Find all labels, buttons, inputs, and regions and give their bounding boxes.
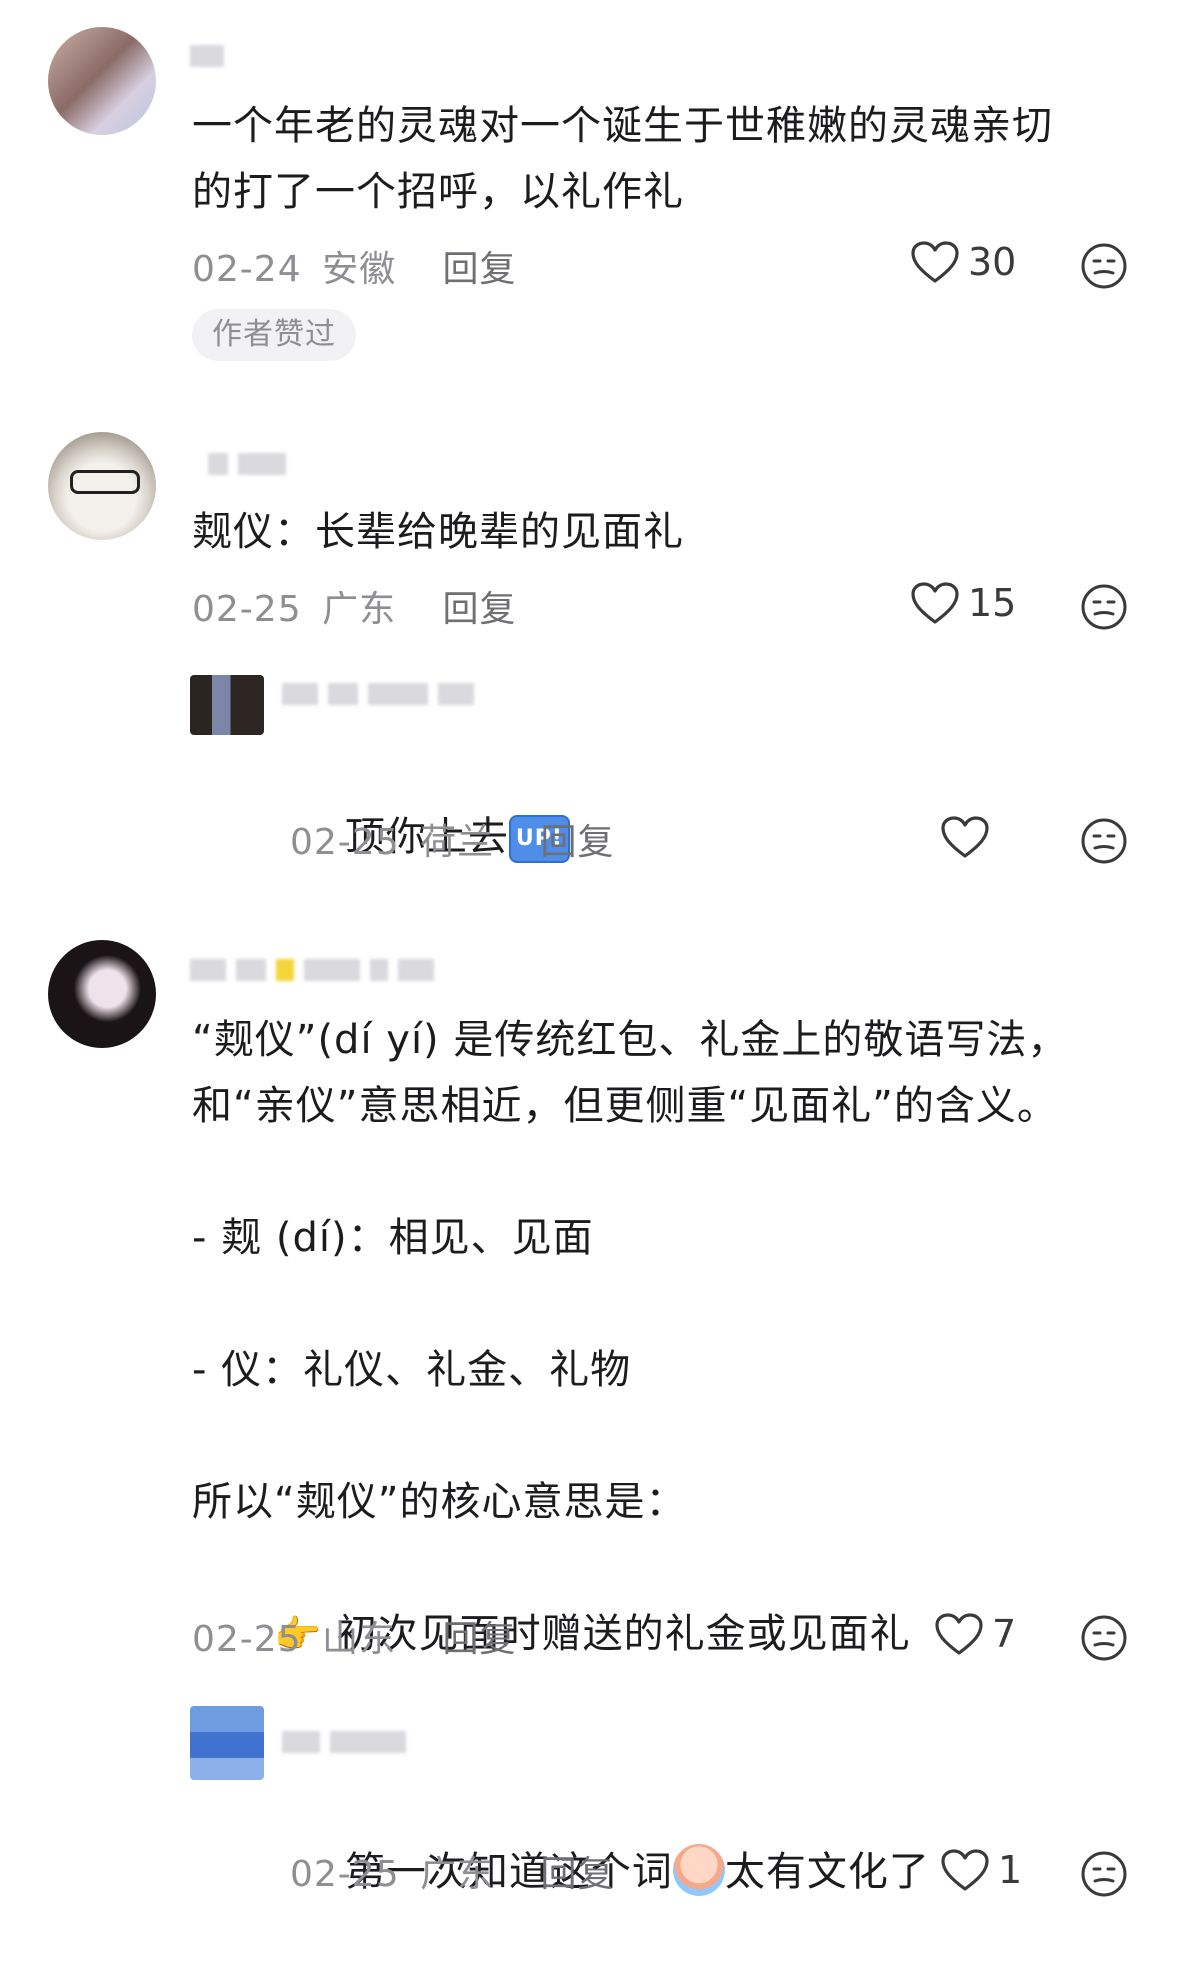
comment-meta: 02-24 安徽 回复 xyxy=(192,240,517,292)
reply-date: 02-25 xyxy=(290,822,400,863)
like-count: 30 xyxy=(968,240,1017,284)
emoji-reaction-icon[interactable] xyxy=(1080,1850,1128,1898)
like-count: 7 xyxy=(992,1612,1017,1656)
like-count: 15 xyxy=(968,581,1017,625)
reply-location: 广东 xyxy=(420,1854,495,1895)
reply-button[interactable]: 回复 xyxy=(541,822,615,863)
comment-text-line: - 觌 (dí)：相见、见面 xyxy=(192,1215,594,1261)
emoji-reaction-icon[interactable] xyxy=(1080,583,1128,631)
reply-avatar[interactable] xyxy=(190,1706,264,1780)
like-count: 1 xyxy=(998,1848,1023,1892)
username-blurred[interactable] xyxy=(190,44,224,68)
reply-date: 02-25 xyxy=(290,1854,400,1895)
avatar[interactable] xyxy=(48,432,156,540)
comment-location: 广东 xyxy=(322,589,397,630)
reply-text-after: 太有文化了 xyxy=(724,1849,930,1895)
like-button[interactable]: 30 xyxy=(910,240,1016,284)
like-button[interactable]: 7 xyxy=(934,1612,1016,1656)
avatar[interactable] xyxy=(48,27,156,135)
reply-location: 荷兰 xyxy=(420,822,495,863)
comment-meta: 02-25 广东 回复 xyxy=(192,580,517,632)
like-button[interactable]: 15 xyxy=(910,581,1016,625)
comment-date: 02-25 xyxy=(192,1619,302,1660)
like-button[interactable]: 1 xyxy=(940,1848,1022,1892)
reply-button[interactable]: 回复 xyxy=(541,1854,615,1895)
comment-text-line: “觌仪”(dí yí) 是传统红包、礼金上的敬语写法， xyxy=(192,1017,1069,1063)
avatar[interactable] xyxy=(48,940,156,1048)
reply-button[interactable]: 回复 xyxy=(443,249,517,290)
comment-meta: 02-25 山东 回复 xyxy=(192,1610,517,1662)
author-liked-badge: 作者赞过 xyxy=(192,309,356,361)
comment-location: 安徽 xyxy=(322,249,397,290)
comment-date: 02-24 xyxy=(192,249,302,290)
crying-emoji-icon xyxy=(672,1844,725,1896)
comment-date: 02-25 xyxy=(192,589,302,630)
comment-text: 觌仪：长辈给晚辈的见面礼 xyxy=(192,509,684,555)
heart-icon xyxy=(911,241,959,283)
reply-avatar[interactable] xyxy=(190,675,264,735)
username-blurred[interactable] xyxy=(208,452,286,476)
reply-button[interactable]: 回复 xyxy=(443,589,517,630)
comment-location: 山东 xyxy=(322,1619,397,1660)
heart-icon xyxy=(911,582,959,624)
reply-username-blurred[interactable] xyxy=(282,682,474,706)
reply-meta: 02-25 广东 回复 xyxy=(290,1845,615,1897)
comment-text: 一个年老的灵魂对一个诞生于世稚嫩的灵魂亲切 的打了一个招呼，以礼作礼 xyxy=(192,103,1053,215)
heart-icon xyxy=(935,1613,983,1655)
emoji-reaction-icon[interactable] xyxy=(1080,242,1128,290)
username-blurred[interactable] xyxy=(190,958,434,982)
heart-icon xyxy=(941,1849,989,1891)
comment-text-line: - 仪：礼仪、礼金、礼物 xyxy=(192,1347,632,1393)
emoji-reaction-icon[interactable] xyxy=(1080,1614,1128,1662)
reply-username-blurred[interactable] xyxy=(282,1730,406,1754)
reply-button[interactable]: 回复 xyxy=(443,1619,517,1660)
emoji-reaction-icon[interactable] xyxy=(1080,817,1128,865)
like-button[interactable] xyxy=(940,815,990,859)
heart-icon xyxy=(941,816,989,858)
comment-text-line: 和“亲仪”意思相近，但更侧重“见面礼”的含义。 xyxy=(192,1083,1058,1129)
reply-meta: 02-25 荷兰 回复 xyxy=(290,813,615,865)
comment-text-line: 所以“觌仪”的核心意思是： xyxy=(192,1479,687,1525)
